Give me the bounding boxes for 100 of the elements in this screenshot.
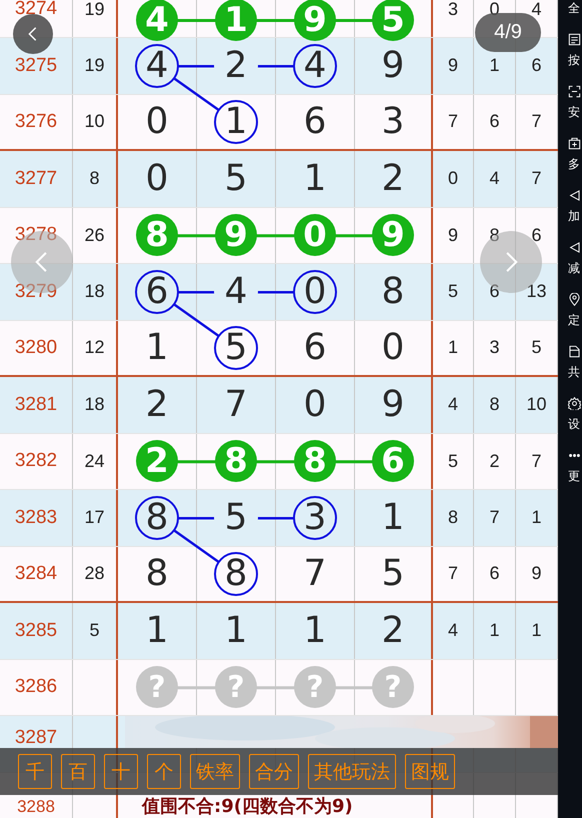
- sum-value: 12: [84, 337, 105, 358]
- circled-digit: 4: [293, 44, 337, 88]
- stat-value: 8: [448, 507, 458, 528]
- pending-ball: ?: [136, 666, 178, 708]
- menu-label[interactable]: 全: [568, 1, 582, 15]
- stat-value: 7: [448, 111, 458, 132]
- circled-digit: 1: [214, 100, 258, 144]
- period-number: 3277: [14, 168, 58, 190]
- sum-value: 17: [84, 507, 105, 528]
- number-ball: 2: [136, 440, 178, 482]
- stat-value: 9: [531, 563, 542, 584]
- period-number: 3274: [14, 0, 58, 20]
- stat-value: 5: [531, 337, 542, 358]
- stat-value: 1: [531, 507, 542, 528]
- sum-value: 18: [84, 281, 105, 302]
- stat-value: 7: [531, 111, 542, 132]
- menu-label[interactable]: 加: [568, 209, 582, 223]
- circled-digit: 5: [214, 326, 258, 370]
- sum-value: 10: [84, 111, 105, 132]
- number-ball: 6: [372, 440, 414, 482]
- sum-value: 8: [89, 168, 100, 190]
- scan-icon[interactable]: [568, 85, 581, 98]
- stat-value: 1: [489, 620, 500, 642]
- menu-label[interactable]: 安: [568, 105, 582, 119]
- period-number: 3279: [14, 280, 58, 303]
- period-number: 3276: [14, 110, 58, 133]
- pending-ball: ?: [215, 666, 257, 708]
- settings-icon[interactable]: [568, 397, 581, 410]
- period-number: 3275: [14, 54, 58, 77]
- triangle-icon[interactable]: [568, 189, 581, 202]
- stat-value: 7: [531, 450, 542, 472]
- sum-value: 19: [84, 55, 105, 76]
- stat-value: 2: [489, 450, 500, 472]
- number-ball: 8: [294, 440, 336, 482]
- stat-value: 6: [531, 55, 542, 76]
- menu-label[interactable]: 按: [568, 53, 582, 67]
- number-ball: 4: [136, 0, 178, 41]
- stat-value: 0: [448, 168, 458, 190]
- stat-value: 13: [526, 281, 547, 302]
- circled-digit: 3: [293, 496, 337, 540]
- sum-value: 24: [84, 450, 105, 472]
- stat-value: 1: [531, 620, 542, 642]
- stat-value: 1: [489, 55, 500, 76]
- stat-value: 7: [531, 168, 542, 190]
- stat-value: 3: [489, 337, 500, 358]
- pending-ball: ?: [294, 666, 336, 708]
- menu-label[interactable]: 多: [568, 157, 582, 171]
- number-ball: 8: [215, 440, 257, 482]
- triangle-icon[interactable]: [568, 241, 581, 254]
- period-number: 3283: [14, 506, 58, 529]
- stat-value: 8: [489, 394, 500, 416]
- circled-digit: 0: [293, 270, 337, 314]
- number-ball: 5: [372, 0, 414, 41]
- stat-value: 3: [448, 0, 458, 20]
- location-icon[interactable]: [568, 293, 581, 306]
- pending-ball: ?: [372, 666, 414, 708]
- stat-value: 9: [448, 55, 458, 76]
- plus-box-icon[interactable]: [568, 137, 581, 150]
- document-icon[interactable]: [568, 345, 581, 358]
- stat-value: 7: [448, 563, 458, 584]
- stat-value: 5: [448, 450, 458, 472]
- period-number: 3280: [14, 336, 58, 359]
- number-ball: 1: [215, 0, 257, 41]
- circled-digit: 4: [135, 44, 179, 88]
- stat-value: 7: [489, 507, 500, 528]
- sum-value: 18: [84, 394, 105, 416]
- stat-value: 6: [489, 563, 500, 584]
- stat-value: 8: [489, 224, 500, 246]
- sum-value: 26: [84, 224, 105, 246]
- period-number: 3282: [14, 450, 58, 472]
- number-ball: 0: [294, 214, 336, 256]
- menu-label[interactable]: 定: [568, 313, 582, 327]
- number-ball: 9: [372, 214, 414, 256]
- period-number: 3286: [14, 676, 58, 698]
- circled-digit: 8: [214, 552, 258, 596]
- menu-label[interactable]: 更: [568, 469, 582, 483]
- period-number: 3281: [14, 394, 58, 416]
- period-number: 3284: [14, 562, 58, 585]
- stat-value: 4: [448, 620, 458, 642]
- stat-value: 1: [448, 337, 458, 358]
- list-icon[interactable]: [568, 33, 581, 46]
- menu-label[interactable]: 减: [568, 261, 582, 275]
- sum-value: 28: [84, 563, 105, 584]
- menu-label[interactable]: 设: [568, 417, 582, 431]
- period-number: 3287: [14, 727, 58, 749]
- period-number: 3285: [14, 620, 58, 642]
- number-ball: 9: [294, 0, 336, 41]
- note-text: 值围不合:9(四数合不为9): [142, 796, 353, 816]
- circled-digit: 6: [135, 270, 179, 314]
- number-ball: 8: [136, 214, 178, 256]
- stat-value: 9: [448, 224, 458, 246]
- stat-value: 5: [448, 281, 458, 302]
- stat-value: 6: [531, 224, 542, 246]
- stat-value: 10: [526, 394, 547, 416]
- stat-value: 6: [489, 111, 500, 132]
- stat-value: 6: [489, 281, 500, 302]
- stat-value: 4: [489, 168, 500, 190]
- period-number: 3288: [17, 796, 55, 816]
- menu-label[interactable]: 共: [568, 365, 582, 379]
- number-ball: 9: [215, 214, 257, 256]
